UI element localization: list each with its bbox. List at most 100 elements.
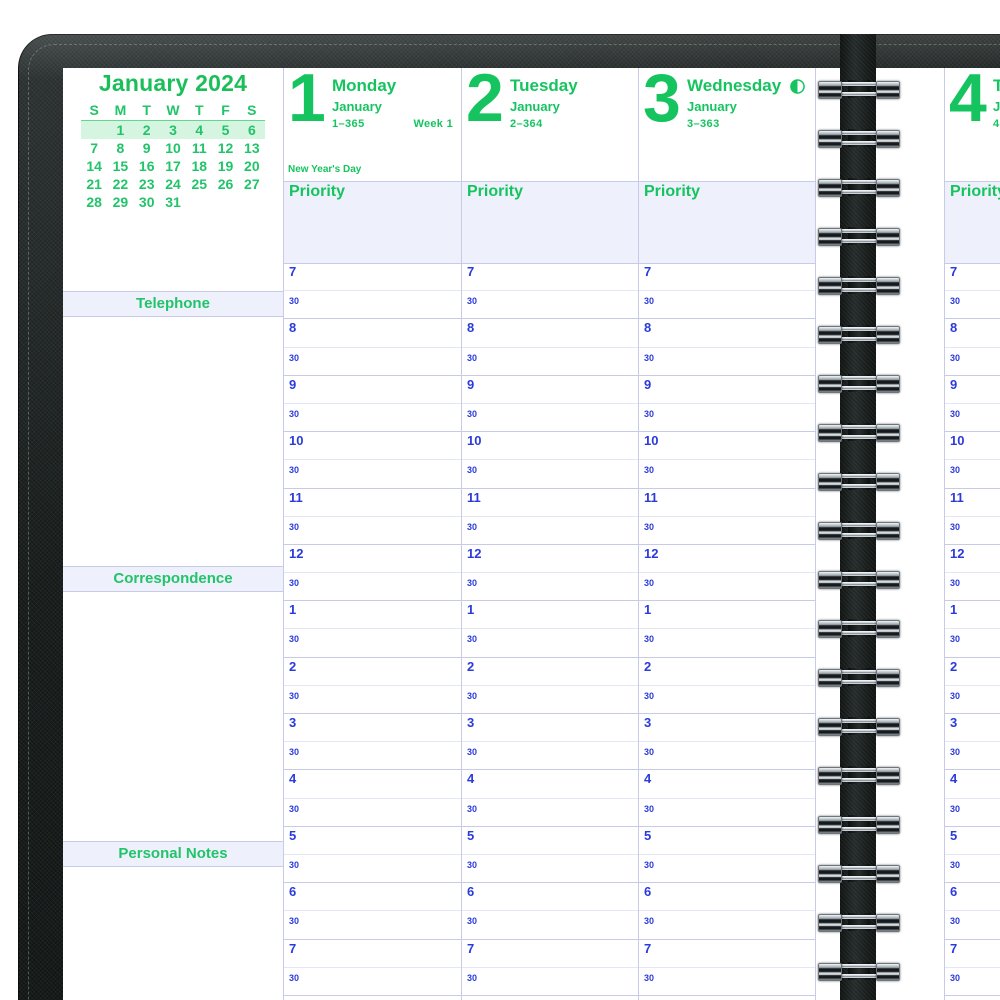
time-slot-hour[interactable]: 3 bbox=[639, 714, 815, 743]
time-slot-hour[interactable]: 9 bbox=[284, 376, 461, 404]
time-slot-hour[interactable]: 10 bbox=[284, 432, 461, 461]
time-slot-hour[interactable]: 12 bbox=[945, 545, 1000, 574]
time-slot-half[interactable]: 30 bbox=[462, 686, 638, 714]
time-slot-half[interactable]: 30 bbox=[462, 911, 638, 940]
day-column-thursday[interactable]: 4 Thursday January 4–362 Priority 7 30 8 30 9 30 10… bbox=[945, 68, 1000, 1000]
time-slot-hour[interactable]: 12 bbox=[284, 545, 461, 574]
sidebar-section-personal-notes[interactable]: Personal Notes bbox=[63, 841, 283, 867]
time-slot-half[interactable]: 30 bbox=[284, 291, 461, 320]
time-slot-hour[interactable]: 3 bbox=[945, 714, 1000, 743]
sidebar-section-correspondence[interactable]: Correspondence bbox=[63, 566, 283, 592]
priority-box[interactable]: Priority bbox=[284, 181, 461, 264]
calendar-day-cell[interactable]: 5 bbox=[212, 120, 239, 139]
time-slot-hour[interactable]: 1 bbox=[639, 601, 815, 630]
time-slot-half[interactable]: 30 bbox=[639, 573, 815, 602]
time-slot-half[interactable]: 30 bbox=[945, 799, 1000, 827]
time-slot-half[interactable]: 30 bbox=[945, 460, 1000, 489]
time-slot-hour[interactable]: 11 bbox=[639, 489, 815, 517]
time-slot-hour[interactable]: 2 bbox=[639, 658, 815, 686]
calendar-day-cell[interactable]: 29 bbox=[107, 193, 133, 211]
time-slot-hour[interactable]: 11 bbox=[945, 489, 1000, 517]
sidebar-section-telephone[interactable]: Telephone bbox=[63, 291, 283, 317]
time-slot-half[interactable]: 30 bbox=[639, 291, 815, 320]
time-slot-hour[interactable]: 11 bbox=[284, 489, 461, 517]
time-slot-half[interactable]: 30 bbox=[462, 855, 638, 884]
time-slot-half[interactable]: 30 bbox=[945, 517, 1000, 545]
calendar-day-cell[interactable] bbox=[239, 193, 265, 211]
time-slot-hour[interactable]: 11 bbox=[462, 489, 638, 517]
time-slot-half[interactable]: 30 bbox=[284, 460, 461, 489]
time-slot-hour[interactable]: 7 bbox=[284, 263, 461, 292]
time-slot-hour[interactable]: 10 bbox=[639, 432, 815, 461]
time-slot-half[interactable]: 30 bbox=[284, 742, 461, 771]
time-slot-half[interactable]: 30 bbox=[945, 348, 1000, 376]
time-slot-half[interactable]: 30 bbox=[462, 460, 638, 489]
calendar-day-cell[interactable]: 15 bbox=[107, 157, 133, 175]
time-slot-half[interactable]: 30 bbox=[639, 517, 815, 545]
time-slot-hour[interactable]: 5 bbox=[639, 827, 815, 855]
time-slot-hour[interactable]: 4 bbox=[945, 770, 1000, 799]
time-slot-half[interactable]: 30 bbox=[284, 629, 461, 658]
time-slot-half[interactable]: 30 bbox=[462, 348, 638, 376]
time-slot-hour[interactable]: 6 bbox=[639, 883, 815, 912]
calendar-day-cell[interactable] bbox=[212, 193, 238, 211]
time-slot-hour[interactable]: 4 bbox=[639, 770, 815, 799]
time-slot-hour[interactable]: 5 bbox=[462, 827, 638, 855]
time-slot-hour[interactable]: 1 bbox=[284, 601, 461, 630]
time-slot-half[interactable]: 30 bbox=[945, 291, 1000, 320]
time-slot-half[interactable]: 30 bbox=[945, 855, 1000, 884]
time-slot-hour[interactable]: 8 bbox=[284, 319, 461, 348]
time-slot-half[interactable]: 30 bbox=[945, 629, 1000, 658]
time-slot-half[interactable]: 30 bbox=[945, 573, 1000, 602]
priority-box[interactable]: Priority bbox=[945, 181, 1000, 264]
calendar-day-cell[interactable]: 23 bbox=[134, 175, 160, 193]
priority-box[interactable]: Priority bbox=[639, 181, 815, 264]
time-slot-hour[interactable]: 2 bbox=[462, 658, 638, 686]
time-slot-hour[interactable]: 8 bbox=[639, 319, 815, 348]
calendar-day-cell[interactable]: 8 bbox=[107, 139, 133, 157]
time-slot-half[interactable]: 30 bbox=[639, 799, 815, 827]
time-slot-hour[interactable]: 5 bbox=[284, 827, 461, 855]
mini-calendar[interactable]: January 2024 S M T W T F S 1 2 3 4 5 6 7 8 9 10 11 12 13 14 1… bbox=[63, 68, 283, 228]
time-slot-hour[interactable]: 10 bbox=[462, 432, 638, 461]
calendar-day-cell[interactable]: 20 bbox=[239, 157, 265, 175]
time-slot-half[interactable]: 30 bbox=[639, 404, 815, 433]
time-slot-half[interactable]: 30 bbox=[462, 742, 638, 771]
calendar-day-cell[interactable]: 19 bbox=[212, 157, 238, 175]
calendar-day-cell[interactable]: 10 bbox=[160, 139, 186, 157]
time-slot-hour[interactable]: 9 bbox=[639, 376, 815, 404]
calendar-day-cell[interactable]: 25 bbox=[186, 175, 212, 193]
calendar-day-cell[interactable]: 1 bbox=[107, 120, 134, 139]
calendar-day-cell[interactable]: 21 bbox=[81, 175, 107, 193]
time-slot-half[interactable]: 30 bbox=[284, 911, 461, 940]
time-slot-hour[interactable]: 2 bbox=[945, 658, 1000, 686]
time-slot-hour[interactable]: 7 bbox=[639, 940, 815, 968]
time-slot-hour[interactable]: 7 bbox=[945, 263, 1000, 292]
time-slot-hour[interactable]: 7 bbox=[284, 940, 461, 968]
time-slot-half[interactable]: 30 bbox=[639, 968, 815, 996]
time-slot-hour[interactable]: 9 bbox=[945, 376, 1000, 404]
time-slot-half[interactable]: 30 bbox=[462, 517, 638, 545]
time-slot-half[interactable]: 30 bbox=[639, 686, 815, 714]
calendar-day-cell[interactable]: 26 bbox=[212, 175, 238, 193]
time-slot-half[interactable]: 30 bbox=[284, 968, 461, 996]
calendar-day-cell[interactable]: 6 bbox=[238, 120, 265, 139]
time-slot-hour[interactable]: 7 bbox=[462, 940, 638, 968]
time-slot-half[interactable]: 30 bbox=[284, 517, 461, 545]
time-slot-hour[interactable]: 3 bbox=[462, 714, 638, 743]
calendar-day-cell[interactable]: 12 bbox=[212, 139, 238, 157]
time-slot-hour[interactable]: 7 bbox=[639, 263, 815, 292]
time-slot-hour[interactable]: 6 bbox=[945, 883, 1000, 912]
calendar-day-cell[interactable]: 28 bbox=[81, 193, 107, 211]
time-slot-hour[interactable]: 9 bbox=[462, 376, 638, 404]
calendar-day-cell[interactable]: 7 bbox=[81, 139, 107, 157]
priority-box[interactable]: Priority bbox=[462, 181, 638, 264]
time-slot-half[interactable]: 30 bbox=[462, 629, 638, 658]
time-slot-hour[interactable]: 3 bbox=[284, 714, 461, 743]
calendar-day-cell[interactable]: 2 bbox=[133, 120, 160, 139]
time-slot-half[interactable]: 30 bbox=[639, 629, 815, 658]
time-slot-half[interactable]: 30 bbox=[284, 348, 461, 376]
calendar-day-cell[interactable]: 11 bbox=[186, 139, 212, 157]
time-slot-hour[interactable]: 1 bbox=[462, 601, 638, 630]
time-slot-half[interactable]: 30 bbox=[284, 573, 461, 602]
